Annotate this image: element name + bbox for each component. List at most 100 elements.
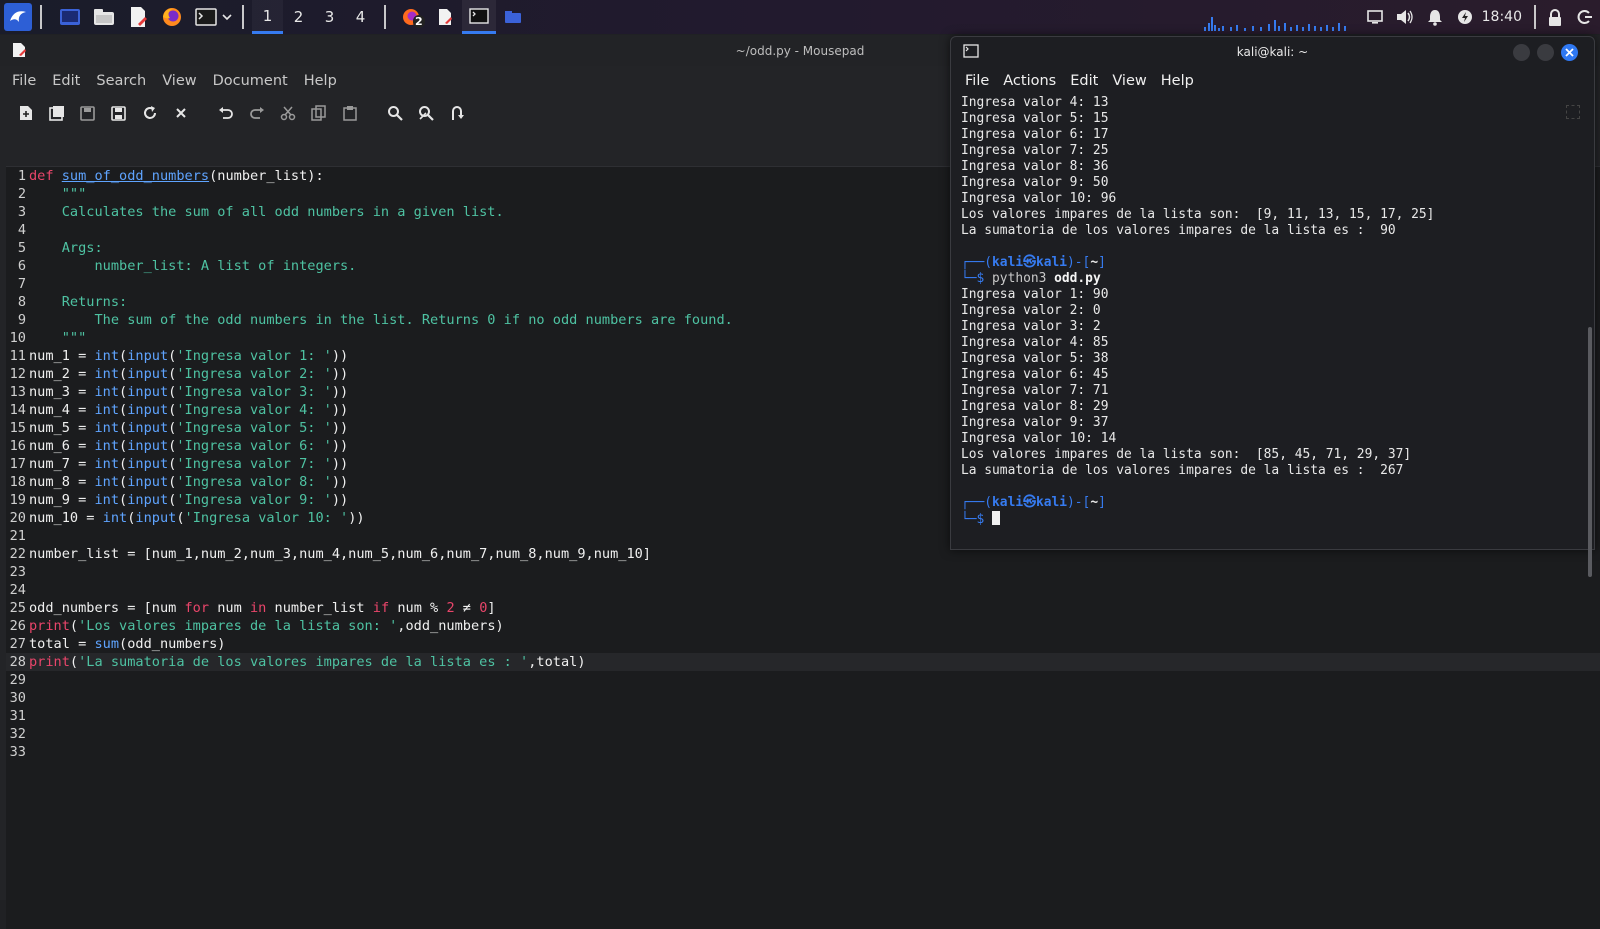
system-tray: 18:40 bbox=[1200, 0, 1600, 34]
prompt-line: ┌──(kali㉿kali)-[~] bbox=[961, 255, 1106, 270]
code-token: int bbox=[94, 420, 120, 436]
code-token: num_4 = bbox=[29, 402, 95, 418]
undo-icon[interactable] bbox=[210, 98, 241, 128]
menu-file[interactable]: File bbox=[4, 73, 44, 89]
text-editor-icon[interactable] bbox=[124, 3, 152, 31]
firefox-icon[interactable] bbox=[158, 3, 186, 31]
terminal-output[interactable]: Ingresa valor 4: 13 Ingresa valor 5: 15 In… bbox=[961, 95, 1561, 527]
display-icon[interactable] bbox=[1360, 0, 1390, 34]
code-token: num_5 = bbox=[29, 420, 95, 436]
code-line[interactable]: 32 bbox=[6, 725, 1600, 743]
line-number: 19 bbox=[9, 492, 26, 508]
task-terminal[interactable] bbox=[462, 0, 496, 34]
input-line[interactable]: └─$ bbox=[961, 511, 1561, 527]
code-token: total = bbox=[29, 636, 95, 652]
code-token: print bbox=[29, 618, 70, 634]
terminal-output-line: Ingresa valor 10: 96 bbox=[961, 191, 1117, 206]
paste-icon[interactable] bbox=[334, 98, 365, 128]
workspace-3[interactable]: 3 bbox=[314, 0, 345, 34]
code-line[interactable]: 25 odd_numbers = [num for num in number_l… bbox=[6, 599, 1600, 617]
code-line[interactable]: 33 bbox=[6, 743, 1600, 761]
power-manager-icon[interactable] bbox=[1450, 0, 1480, 34]
terminal-scrollbar[interactable] bbox=[1588, 327, 1592, 577]
code-token: in bbox=[249, 600, 267, 616]
code-token: )) bbox=[331, 456, 349, 472]
code-token: input bbox=[127, 348, 169, 364]
menu-edit[interactable]: Edit bbox=[1063, 73, 1105, 89]
code-token: ( bbox=[69, 618, 79, 634]
reload-icon[interactable] bbox=[134, 98, 165, 128]
menu-help[interactable]: Help bbox=[1154, 73, 1201, 89]
code-token: int bbox=[94, 438, 120, 454]
new-window-icon[interactable] bbox=[41, 98, 72, 128]
line-number: 12 bbox=[9, 366, 26, 382]
volume-icon[interactable] bbox=[1390, 0, 1420, 34]
code-line[interactable]: 30 bbox=[6, 689, 1600, 707]
find-icon[interactable] bbox=[379, 98, 410, 128]
code-line[interactable]: 31 bbox=[6, 707, 1600, 725]
minimize-button[interactable] bbox=[1513, 44, 1530, 61]
save-icon[interactable] bbox=[72, 98, 103, 128]
menu-view[interactable]: View bbox=[154, 73, 204, 89]
code-token: number_list bbox=[266, 600, 373, 616]
find-replace-icon[interactable] bbox=[410, 98, 441, 128]
lock-icon[interactable] bbox=[1540, 0, 1570, 34]
menu-help[interactable]: Help bbox=[296, 73, 345, 89]
close-icon bbox=[1565, 48, 1574, 57]
notification-bell-icon[interactable] bbox=[1420, 0, 1450, 34]
clock[interactable]: 18:40 bbox=[1482, 9, 1522, 25]
goto-line-icon[interactable] bbox=[441, 98, 472, 128]
line-number: 17 bbox=[9, 456, 26, 472]
menu-view[interactable]: View bbox=[1105, 73, 1153, 89]
code-line[interactable]: 29 bbox=[6, 671, 1600, 689]
workspace-1[interactable]: 1 bbox=[252, 0, 283, 34]
code-token: 'Ingresa valor 9: ' bbox=[176, 492, 332, 508]
code-line[interactable]: 27 total = sum(odd_numbers) bbox=[6, 635, 1600, 653]
task-firefox[interactable]: 2 bbox=[394, 0, 428, 34]
maximize-button[interactable] bbox=[1537, 44, 1554, 61]
code-token: 'La sumatoria de los valores impares de … bbox=[78, 654, 529, 670]
save-as-icon[interactable] bbox=[103, 98, 134, 128]
file-manager-icon[interactable] bbox=[90, 3, 118, 31]
terminal-output-line: Ingresa valor 7: 71 bbox=[961, 383, 1109, 398]
desktop-icon[interactable] bbox=[56, 3, 84, 31]
logout-icon[interactable] bbox=[1570, 0, 1600, 34]
task-mousepad[interactable] bbox=[428, 0, 462, 34]
copy-icon[interactable] bbox=[303, 98, 334, 128]
code-token: (number_list): bbox=[209, 168, 324, 184]
expand-icon[interactable] bbox=[1566, 105, 1580, 119]
code-token: ( bbox=[119, 456, 128, 472]
workspace-4[interactable]: 4 bbox=[345, 0, 376, 34]
new-document-icon[interactable] bbox=[10, 98, 41, 128]
menu-search[interactable]: Search bbox=[88, 73, 154, 89]
kali-menu-icon[interactable] bbox=[4, 3, 32, 31]
cut-icon[interactable] bbox=[272, 98, 303, 128]
text-editor-icon bbox=[13, 43, 26, 57]
code-token: sum_of_odd_numbers bbox=[61, 168, 210, 184]
task-file-manager[interactable] bbox=[496, 0, 530, 34]
code-line[interactable]: 28 print('La sumatoria de los valores imp… bbox=[6, 653, 1600, 671]
menu-document[interactable]: Document bbox=[205, 73, 296, 89]
code-token: Args: bbox=[29, 240, 103, 256]
line-number: 15 bbox=[9, 420, 26, 436]
menu-edit[interactable]: Edit bbox=[44, 73, 88, 89]
line-number: 30 bbox=[9, 690, 26, 706]
code-line[interactable]: 24 bbox=[6, 581, 1600, 599]
terminal-titlebar[interactable]: kali@kali: ~ bbox=[951, 37, 1594, 67]
chevron-down-icon[interactable] bbox=[220, 13, 234, 21]
code-token: 'Ingresa valor 8: ' bbox=[176, 474, 332, 490]
close-button[interactable] bbox=[1561, 44, 1578, 61]
line-number: 21 bbox=[9, 528, 26, 544]
menu-actions[interactable]: Actions bbox=[996, 73, 1063, 89]
terminal-launcher-icon[interactable] bbox=[192, 3, 220, 31]
menu-file[interactable]: File bbox=[958, 73, 996, 89]
terminal-output-line: Ingresa valor 5: 38 bbox=[961, 351, 1109, 366]
code-line[interactable]: 26 print('Los valores impares de la lista… bbox=[6, 617, 1600, 635]
close-icon[interactable] bbox=[165, 98, 196, 128]
line-number: 3 bbox=[17, 204, 26, 220]
workspace-2[interactable]: 2 bbox=[283, 0, 314, 34]
terminal-output-line: Ingresa valor 9: 37 bbox=[961, 415, 1109, 430]
code-line[interactable]: 23 bbox=[6, 563, 1600, 581]
redo-icon[interactable] bbox=[241, 98, 272, 128]
code-token: int bbox=[94, 402, 120, 418]
